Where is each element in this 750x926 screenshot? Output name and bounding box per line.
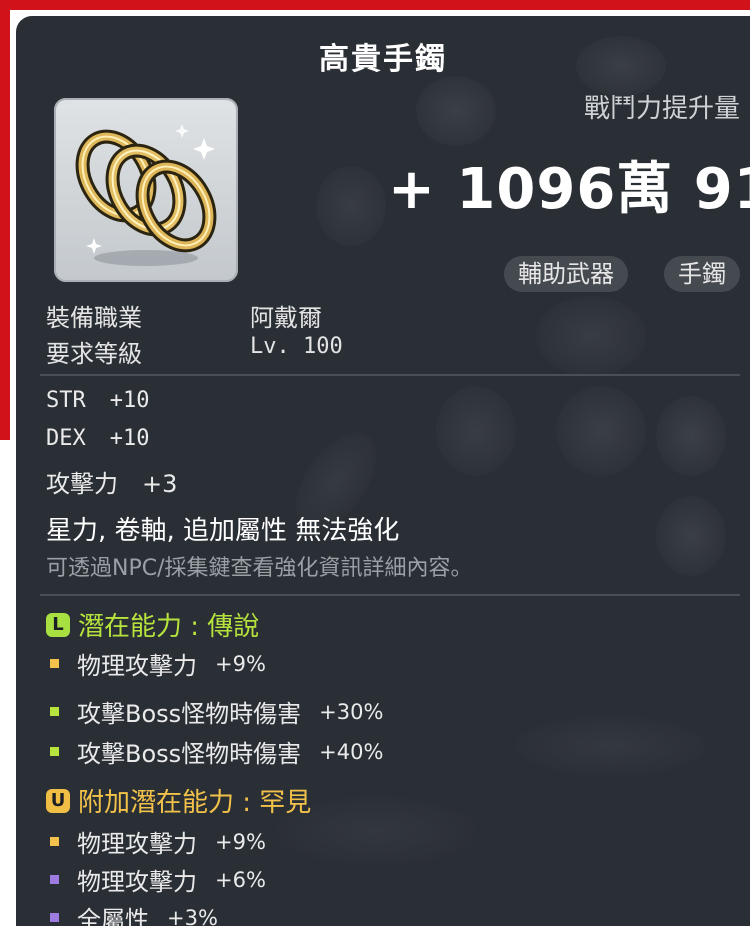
additional-potential-line: 物理攻擊力 +6% <box>50 862 266 897</box>
potential-name: 全屬性 <box>77 906 149 926</box>
potential-value: +9% <box>215 651 266 676</box>
job-label: 裝備職業 <box>46 304 142 332</box>
rare-badge-icon: U <box>46 788 70 813</box>
item-name: 高貴手鐲 <box>319 42 447 77</box>
ghost-item-icon <box>556 386 646 476</box>
additional-potential-line: 物理攻擊力 +9% <box>50 824 266 859</box>
potential-name: 攻擊Boss怪物時傷害 <box>77 700 302 728</box>
ghost-item-icon <box>656 396 726 476</box>
tag-secondary-weapon: 輔助武器 <box>504 256 628 292</box>
stat-name: STR <box>46 388 86 413</box>
enhance-note: 星力, 卷軸, 追加屬性 無法強化 <box>46 516 400 546</box>
potential-line: 物理攻擊力 +9% <box>50 646 266 681</box>
stat-name: 攻擊力 <box>46 470 118 498</box>
tag-bracelet: 手鐲 <box>664 256 740 292</box>
bullet-icon <box>50 837 59 846</box>
level-value: Lv. 100 <box>250 334 343 359</box>
potential-value: +40% <box>319 739 384 764</box>
bullet-icon <box>50 659 59 668</box>
additional-potential-title: 附加潛在能力 : 罕見 <box>78 788 312 818</box>
stat-str: STR +10 <box>46 388 150 413</box>
stat-value: +10 <box>109 388 150 413</box>
stat-attack: 攻擊力 +3 <box>46 464 177 499</box>
bullet-icon <box>50 875 59 884</box>
potential-name: 攻擊Boss怪物時傷害 <box>77 740 302 768</box>
potential-title: 潛在能力 : 傳說 <box>78 612 260 642</box>
ghost-item-icon <box>516 716 706 776</box>
level-label: 要求等級 <box>46 340 142 368</box>
potential-line: 攻擊Boss怪物時傷害 +40% <box>50 734 383 769</box>
enhance-hint: 可透過NPC/採集鍵查看強化資訊詳細內容。 <box>46 556 473 581</box>
job-value: 阿戴爾 <box>250 304 322 332</box>
bullet-icon <box>50 747 59 756</box>
ghost-item-icon <box>536 296 646 376</box>
divider <box>40 594 740 596</box>
item-tooltip: 高貴手鐲 戰鬥力提升量 + 1096萬 9115 輔助武器 <box>16 16 750 926</box>
ghost-item-icon <box>656 496 726 576</box>
ghost-item-icon <box>436 386 516 476</box>
potential-name: 物理攻擊力 <box>77 652 197 680</box>
potential-header: L 潛在能力 : 傳說 <box>46 606 259 643</box>
stat-name: DEX <box>46 426 86 451</box>
additional-potential-line: 全屬性 +3% <box>50 900 218 926</box>
potential-value: +6% <box>215 867 266 892</box>
potential-name: 物理攻擊力 <box>77 868 197 896</box>
potential-name: 物理攻擊力 <box>77 830 197 858</box>
bullet-icon <box>50 707 59 716</box>
potential-line: 攻擊Boss怪物時傷害 +30% <box>50 694 383 729</box>
potential-value: +30% <box>319 699 384 724</box>
additional-potential-header: U 附加潛在能力 : 罕見 <box>46 782 311 819</box>
potential-value: +3% <box>167 905 218 926</box>
stat-value: +3 <box>142 470 178 498</box>
stat-dex: DEX +10 <box>46 426 150 451</box>
divider <box>40 374 740 376</box>
stat-value: +10 <box>109 426 150 451</box>
item-icon-frame <box>54 98 238 282</box>
legendary-badge-icon: L <box>46 612 70 637</box>
bracelet-icon <box>75 124 217 266</box>
ghost-item-icon <box>416 76 496 146</box>
potential-value: +9% <box>215 829 266 854</box>
combat-power-value: + 1096萬 9115 <box>388 157 750 222</box>
ghost-item-icon <box>316 166 386 246</box>
combat-power-label: 戰鬥力提升量 <box>584 94 741 124</box>
bullet-icon <box>50 913 59 922</box>
